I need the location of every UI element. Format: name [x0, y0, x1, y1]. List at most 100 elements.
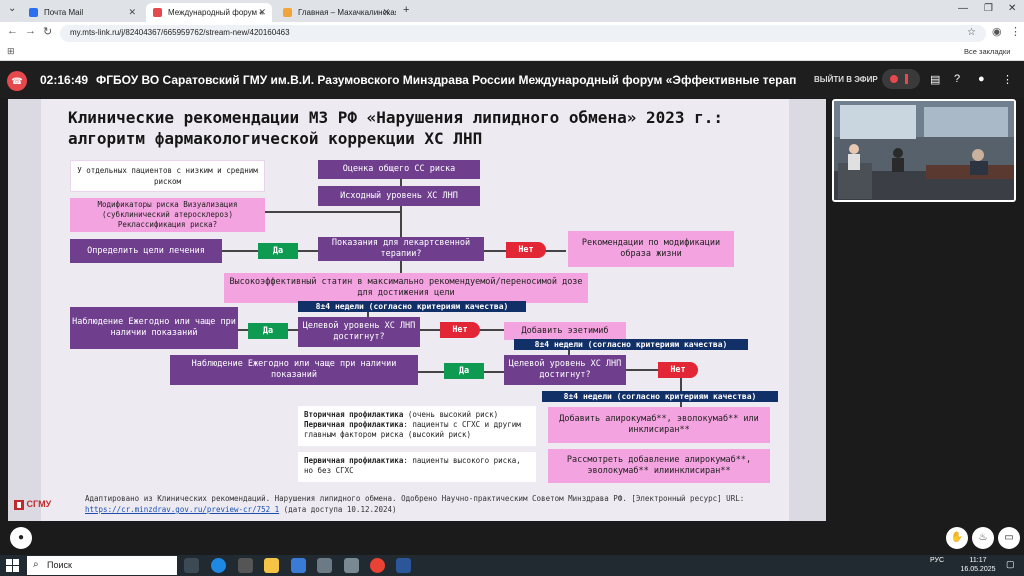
assess-risk-box: Оценка общего СС риска — [318, 160, 480, 179]
risk-modifiers-box: Модификаторы риска Визуализация (субклин… — [70, 198, 265, 232]
search-icon: ⌕ — [33, 559, 39, 570]
tab-search-icon[interactable]: ⌄ — [8, 3, 16, 14]
lifestyle-box: Рекомендации по модификации образа жизни — [568, 231, 734, 267]
raise-hand-button[interactable]: ✋ — [946, 527, 968, 549]
tab-label: Главная – Махачкалинская кл — [298, 8, 396, 17]
no-label: Нет — [506, 242, 546, 258]
word-icon[interactable] — [396, 558, 411, 573]
stream-controls: ● ✋ ♨ ▭ — [0, 521, 1024, 555]
define-goals-box: Определить цели лечения — [70, 239, 222, 263]
address-bar[interactable]: my.mts-link.ru/j/82404367/665959762/stre… — [60, 25, 986, 42]
camera-video — [834, 101, 1014, 200]
logo-text: СГМУ — [26, 499, 52, 509]
question-icon[interactable]: ? — [954, 73, 960, 85]
weeks-label: 8±4 недели (согласно критериям качества) — [298, 301, 526, 312]
explorer-icon[interactable] — [264, 558, 279, 573]
windows-start-icon[interactable] — [6, 559, 19, 572]
no-label: Нет — [440, 322, 480, 338]
notification-icon[interactable]: ▢ — [1006, 559, 1015, 570]
footnote-date: (дата доступа 10.12.2024) — [279, 505, 397, 514]
consider-pcsk9-box: Рассмотреть добавление алирокумаб**, эво… — [548, 449, 770, 483]
presentation-slide: Клинические рекомендации МЗ РФ «Нарушени… — [8, 99, 826, 521]
weeks-label: 8±4 недели (согласно критериям качества) — [542, 391, 778, 402]
reaction-button[interactable]: ♨ — [972, 527, 994, 549]
browser-toolbar: ← → ↻ my.mts-link.ru/j/82404367/66595976… — [0, 22, 1024, 44]
mts-link-icon — [153, 8, 162, 17]
no-label: Нет — [658, 362, 698, 378]
leave-air-button[interactable]: ВЫЙТИ В ЭФИР — [814, 75, 878, 84]
low-risk-box: У отдельных пациентов с низким и средним… — [70, 160, 265, 192]
slide-footnote: Адаптировано из Клинических рекомендаций… — [85, 493, 785, 515]
calculator-icon[interactable] — [317, 558, 332, 573]
stream-timer: 02:16:49 — [40, 73, 89, 87]
reload-icon[interactable]: ↻ — [43, 25, 52, 38]
connector — [400, 205, 402, 237]
weeks-label: 8±4 недели (согласно критериям качества) — [514, 339, 748, 350]
add-pcsk9-box: Добавить алирокумаб**, эволокумаб** или … — [548, 407, 770, 443]
task-view-icon[interactable] — [184, 558, 199, 573]
forward-icon[interactable]: → — [25, 25, 36, 37]
profile-icon[interactable]: ◉ — [992, 25, 1002, 38]
observation-box: Наблюдение Ежегодно или чаще при наличии… — [70, 307, 238, 349]
hangup-button[interactable]: ☎ — [7, 71, 27, 91]
chat-icon[interactable]: ▤ — [930, 73, 940, 86]
star-icon[interactable]: ☆ — [967, 27, 976, 38]
taskbar-clock[interactable]: 11:17 16.05.2025 — [958, 556, 998, 574]
taskbar-search[interactable]: ⌕ Поиск — [27, 556, 177, 575]
note-bold: Первичная профилактика — [304, 420, 404, 429]
tab-mail[interactable]: Почта Mail ✕ — [22, 3, 142, 22]
fire-icon: ♨ — [978, 532, 988, 543]
yes-label: Да — [248, 323, 288, 339]
back-icon[interactable]: ← — [7, 25, 18, 37]
yes-label: Да — [258, 243, 298, 259]
menu-icon[interactable]: ⋮ — [1010, 25, 1021, 38]
store-icon[interactable] — [238, 558, 253, 573]
tab-label: Международный форум « — [168, 8, 264, 17]
tab-clinic[interactable]: Главная – Махачкалинская кл ✕ — [276, 3, 396, 22]
footnote-link[interactable]: https://cr.minzdrav.gov.ru/preview-cr/75… — [85, 505, 279, 514]
pause-icon — [905, 74, 908, 84]
close-icon[interactable]: ✕ — [128, 3, 136, 22]
target-ldl-box: Целевой уровень ХС ЛНП достигнут? — [298, 317, 420, 347]
close-icon[interactable]: ✕ — [258, 3, 266, 22]
browser-tabstrip: Почта Mail ✕ Международный форум « ✕ Гла… — [0, 0, 1024, 22]
record-button[interactable] — [882, 69, 920, 89]
pip-button[interactable]: ▭ — [998, 527, 1020, 549]
note-text: (очень высокий риск) — [403, 410, 499, 419]
all-bookmarks[interactable]: Все закладки — [964, 47, 1010, 56]
clinic-icon — [283, 8, 292, 17]
windows-taskbar: ⌕ Поиск РУС 11:17 16.05.2025 ▢ — [0, 555, 1024, 576]
new-tab-button[interactable]: + — [403, 4, 409, 16]
phone-icon: ☎ — [11, 76, 23, 86]
record-icon — [890, 75, 898, 83]
apps-icon[interactable]: ⊞ — [7, 46, 15, 57]
stream-header: ☎ 02:16:49 ФГБОУ ВО Саратовский ГМУ им.В… — [0, 61, 1024, 98]
url-text: my.mts-link.ru/j/82404367/665959762/stre… — [70, 28, 290, 37]
add-ezetimibe-box: Добавить эзетимиб — [504, 322, 626, 340]
language-indicator[interactable]: РУС — [930, 557, 944, 564]
tab-forum[interactable]: Международный форум « ✕ — [146, 3, 272, 22]
yes-label: Да — [444, 363, 484, 379]
chat-button[interactable]: ● — [10, 527, 32, 549]
app-icon[interactable] — [344, 558, 359, 573]
edge-icon[interactable] — [211, 558, 226, 573]
mail-app-icon[interactable] — [291, 558, 306, 573]
chrome-icon[interactable] — [370, 558, 385, 573]
chat-bubble-icon: ● — [17, 532, 25, 543]
more-icon[interactable]: ⋮ — [1002, 73, 1013, 86]
restore-icon[interactable]: ❐ — [984, 3, 993, 14]
sgmu-logo-mark — [14, 499, 24, 510]
hand-icon: ✋ — [950, 532, 964, 543]
note-primary-risk: Первичная профилактика: пациенты высоког… — [298, 452, 536, 482]
indications-box: Показания для лекартсвенной терапии? — [318, 237, 484, 261]
speaker-camera[interactable] — [832, 99, 1016, 202]
target-ldl-box: Целевой уровень ХС ЛНП достигнут? — [504, 355, 626, 385]
high-statin-box: Высокоэффективный статин в максимально р… — [224, 273, 588, 303]
clock-time: 11:17 — [969, 557, 987, 564]
close-icon[interactable]: ✕ — [382, 3, 390, 22]
close-window-icon[interactable]: ✕ — [1008, 3, 1016, 14]
footnote-text: Адаптировано из Клинических рекомендаций… — [85, 494, 745, 503]
user-icon[interactable]: ● — [978, 73, 985, 85]
minimize-icon[interactable]: — — [958, 3, 968, 14]
tab-label: Почта Mail — [44, 8, 84, 17]
